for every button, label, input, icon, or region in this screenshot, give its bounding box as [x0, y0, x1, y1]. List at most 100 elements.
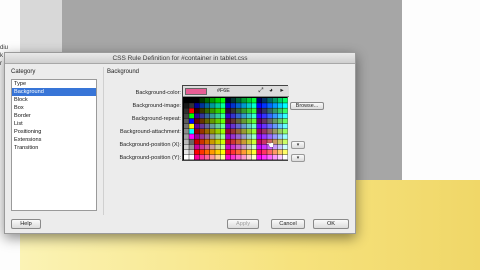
color-swatch-cell[interactable] — [236, 154, 241, 160]
color-swatch-cell[interactable] — [277, 123, 283, 129]
color-swatch-cell[interactable] — [194, 103, 200, 108]
color-swatch-cell[interactable] — [225, 113, 231, 119]
color-swatch-cell[interactable] — [251, 108, 257, 114]
color-swatch-cell[interactable] — [230, 149, 236, 155]
category-item-transition[interactable]: Transition — [12, 144, 96, 152]
color-swatch-cell[interactable] — [210, 123, 215, 129]
color-swatch-cell[interactable] — [225, 154, 231, 160]
help-button[interactable]: Help — [11, 219, 41, 229]
color-swatch-cell[interactable] — [184, 149, 189, 155]
color-swatch-cell[interactable] — [256, 98, 262, 103]
color-swatch-cell[interactable] — [241, 113, 246, 119]
color-swatch-cell[interactable] — [210, 139, 215, 145]
category-item-block[interactable]: Block — [12, 96, 96, 104]
color-swatch-cell[interactable] — [220, 113, 226, 119]
color-swatch-cell[interactable] — [220, 139, 226, 145]
position-y-unit-select[interactable]: ▾ — [291, 154, 305, 162]
color-swatch-cell[interactable] — [210, 144, 215, 150]
color-swatch-cell[interactable] — [230, 134, 236, 139]
browse-button[interactable]: Browse... — [290, 102, 324, 110]
color-swatch-cell[interactable] — [267, 108, 272, 114]
color-swatch-cell[interactable] — [215, 144, 220, 150]
color-swatch-cell[interactable] — [251, 139, 257, 145]
color-swatch-cell[interactable] — [199, 98, 205, 103]
category-item-background[interactable]: Background — [12, 88, 96, 96]
color-swatch-cell[interactable] — [282, 139, 288, 145]
color-swatch-cell[interactable] — [215, 98, 220, 103]
category-item-type[interactable]: Type — [12, 80, 96, 88]
color-swatch-cell[interactable] — [282, 134, 288, 139]
color-swatch-cell[interactable] — [184, 144, 189, 150]
color-swatch-cell[interactable] — [230, 113, 236, 119]
color-swatch-cell[interactable] — [272, 103, 278, 108]
color-swatch-cell[interactable] — [241, 103, 246, 108]
color-swatch-cell[interactable] — [204, 139, 210, 145]
color-swatch-cell[interactable] — [241, 98, 246, 103]
color-swatch-cell[interactable] — [189, 149, 194, 155]
color-swatch-cell[interactable] — [220, 134, 226, 139]
color-swatch-cell[interactable] — [210, 149, 215, 155]
color-swatch-cell[interactable] — [241, 154, 246, 160]
color-swatch-cell[interactable] — [184, 108, 189, 114]
color-swatch-cell[interactable] — [277, 118, 283, 124]
color-swatch-cell[interactable] — [225, 144, 231, 150]
color-swatch-cell[interactable] — [277, 98, 283, 103]
color-swatch-cell[interactable] — [199, 134, 205, 139]
color-swatch-cell[interactable] — [282, 129, 288, 134]
color-swatch-cell[interactable] — [236, 123, 241, 129]
color-swatch-cell[interactable] — [210, 134, 215, 139]
color-swatch-cell[interactable] — [194, 113, 200, 119]
color-swatch-cell[interactable] — [256, 118, 262, 124]
color-swatch-cell[interactable] — [220, 98, 226, 103]
color-swatch-cell[interactable] — [267, 118, 272, 124]
color-swatch-cell[interactable] — [246, 129, 252, 134]
color-swatch-cell[interactable] — [199, 103, 205, 108]
color-swatch-cell[interactable] — [277, 134, 283, 139]
eyedropper-icon[interactable]: ⤢ — [257, 87, 265, 95]
color-swatch-cell[interactable] — [210, 154, 215, 160]
color-swatch-cell[interactable] — [215, 113, 220, 119]
color-swatch-cell[interactable] — [272, 118, 278, 124]
color-swatch-cell[interactable] — [246, 139, 252, 145]
color-swatch-cell[interactable] — [199, 149, 205, 155]
color-swatch-cell[interactable] — [262, 134, 267, 139]
color-swatch-cell[interactable] — [194, 134, 200, 139]
color-swatch-cell[interactable] — [277, 154, 283, 160]
color-swatch-cell[interactable] — [246, 144, 252, 150]
color-swatch-cell[interactable] — [241, 139, 246, 145]
color-swatch-cell[interactable] — [267, 154, 272, 160]
color-swatch-cell[interactable] — [236, 113, 241, 119]
color-swatch-cell[interactable] — [256, 149, 262, 155]
color-swatch-cell[interactable] — [246, 108, 252, 114]
color-swatch-cell[interactable] — [246, 103, 252, 108]
color-swatch-cell[interactable] — [210, 118, 215, 124]
color-swatch-cell[interactable] — [215, 118, 220, 124]
color-swatch-cell[interactable] — [277, 149, 283, 155]
color-swatch-cell[interactable] — [251, 123, 257, 129]
color-swatch-cell[interactable] — [236, 129, 241, 134]
color-swatch-cell[interactable] — [230, 144, 236, 150]
color-swatch-cell[interactable] — [225, 108, 231, 114]
color-swatch-cell[interactable] — [241, 134, 246, 139]
color-swatch-cell[interactable] — [256, 129, 262, 134]
color-swatch-cell[interactable] — [282, 108, 288, 114]
color-swatch-cell[interactable] — [215, 108, 220, 114]
color-swatch-cell[interactable] — [267, 103, 272, 108]
color-swatch-cell[interactable] — [277, 113, 283, 119]
color-swatch-cell[interactable] — [236, 98, 241, 103]
color-swatch-cell[interactable] — [282, 154, 288, 160]
color-swatch-cell[interactable] — [262, 154, 267, 160]
color-swatch-cell[interactable] — [220, 103, 226, 108]
color-swatch-cell[interactable] — [256, 113, 262, 119]
color-swatch-cell[interactable] — [204, 144, 210, 150]
color-swatch-cell[interactable] — [230, 154, 236, 160]
color-swatch-cell[interactable] — [210, 108, 215, 114]
color-swatch-cell[interactable] — [262, 103, 267, 108]
color-swatch-cell[interactable] — [272, 98, 278, 103]
color-swatch-cell[interactable] — [272, 113, 278, 119]
color-swatch-cell[interactable] — [251, 98, 257, 103]
color-swatch-cell[interactable] — [184, 134, 189, 139]
color-swatch-cell[interactable] — [184, 123, 189, 129]
color-swatch-cell[interactable] — [267, 134, 272, 139]
color-swatch-cell[interactable] — [220, 108, 226, 114]
